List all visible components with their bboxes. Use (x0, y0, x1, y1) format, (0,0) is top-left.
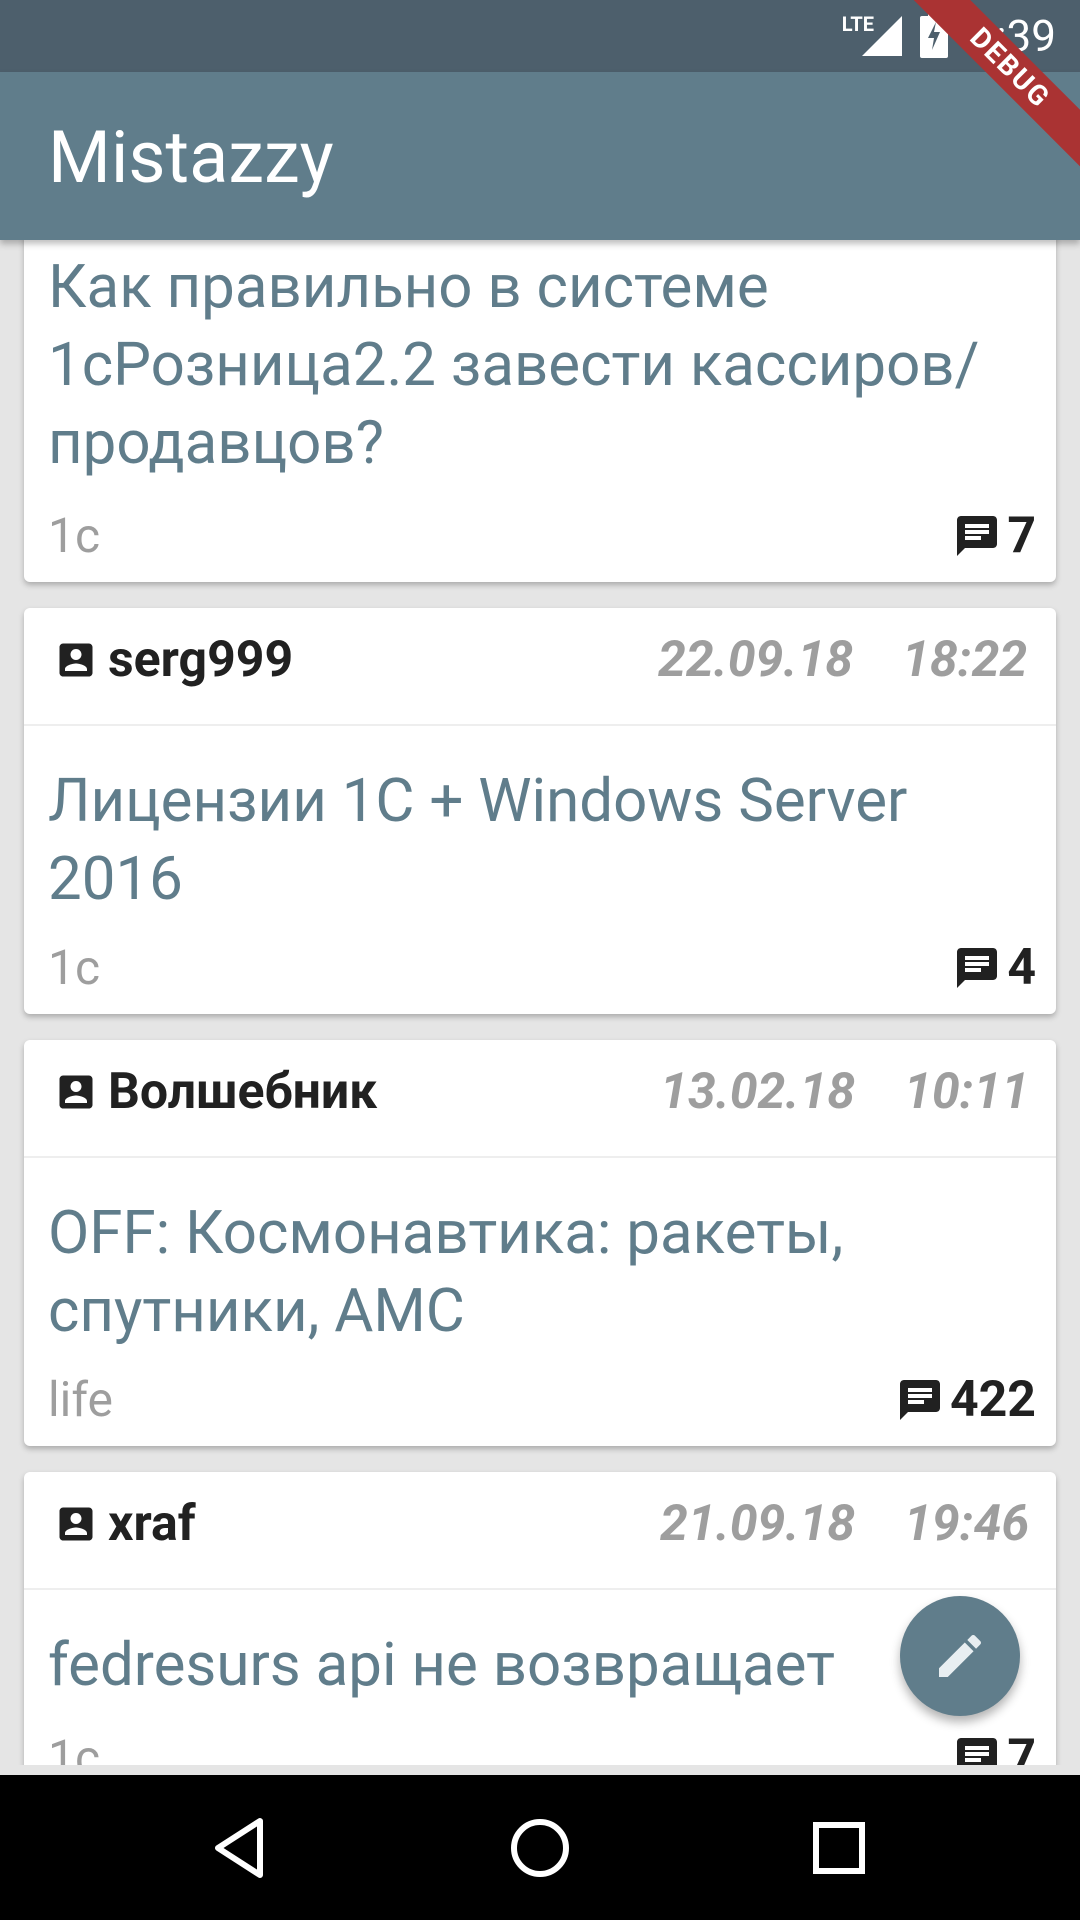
topic-title: Лицензии 1С + Windows Server 2016 (48, 765, 908, 914)
topic-category: 1с (48, 1729, 101, 1766)
topic-card[interactable]: Волшебник 13.02.18 10:11 OFF: Космонавти… (24, 1040, 1056, 1446)
app-bar: Mistazzy (0, 72, 1080, 240)
topic-category: life (48, 1371, 113, 1428)
topic-author[interactable]: xraf (108, 1494, 196, 1554)
back-triangle-icon[interactable] (208, 1815, 274, 1881)
comment-count-value: 4 (1007, 939, 1036, 997)
comment-icon (957, 1738, 998, 1765)
topic-title: OFF: Космонавтика: ракеты, спутники, АМС (48, 1197, 844, 1346)
home-circle-icon[interactable] (507, 1815, 573, 1881)
topic-author[interactable]: serg999 (108, 630, 293, 690)
account-box-icon (59, 1075, 93, 1109)
edit-pencil-icon (939, 1634, 982, 1677)
account-box-icon (59, 643, 93, 677)
comment-count: 422 (896, 1372, 1036, 1428)
topic-time: 19:46 (904, 1495, 1030, 1553)
comment-count-value: 7 (1007, 1729, 1036, 1765)
topic-date: 22.09.18 (658, 631, 854, 689)
topic-header: serg999 22.09.18 18:22 (24, 608, 1056, 726)
status-bar: LTE 9:39 (0, 0, 1080, 72)
comment-icon (899, 1380, 940, 1420)
comment-count: 7 (953, 1730, 1036, 1765)
comment-icon (957, 948, 998, 988)
comment-count-value: 7 (1007, 507, 1036, 565)
topic-card[interactable]: xraf 21.09.18 19:46 fedresurs api не воз… (24, 1472, 1056, 1765)
navigation-bar (0, 1775, 1080, 1920)
topic-time: 18:22 (902, 631, 1028, 689)
comment-count: 7 (953, 508, 1036, 564)
comment-count: 4 (953, 940, 1036, 996)
new-topic-button[interactable] (900, 1596, 1020, 1716)
topic-header: Волшебник 13.02.18 10:11 (24, 1040, 1056, 1158)
topic-category: 1с (48, 507, 101, 564)
recents-square-icon[interactable] (806, 1815, 872, 1881)
topic-category: 1с (48, 939, 101, 996)
topic-author[interactable]: Волшебник (108, 1062, 377, 1122)
topic-list[interactable]: Как правильно в системе 1сРозница2.2 зав… (0, 240, 1080, 1765)
topic-title: Как правильно в системе 1сРозница2.2 зав… (48, 251, 980, 478)
comment-count-value: 422 (949, 1371, 1036, 1429)
topic-time: 10:11 (904, 1063, 1030, 1121)
topic-card[interactable]: serg999 22.09.18 18:22 Лицензии 1С + Win… (24, 608, 1056, 1014)
app-title: Mistazzy (48, 115, 334, 200)
account-box-icon (59, 1507, 93, 1541)
comment-icon (957, 516, 998, 556)
topic-date: 21.09.18 (660, 1495, 856, 1553)
topic-title: fedresurs api не возвращает (48, 1629, 836, 1700)
topic-card[interactable]: Как правильно в системе 1сРозница2.2 зав… (24, 240, 1056, 582)
signal-icon (862, 16, 902, 56)
topic-header: xraf 21.09.18 19:46 (24, 1472, 1056, 1590)
topic-date: 13.02.18 (660, 1063, 856, 1121)
